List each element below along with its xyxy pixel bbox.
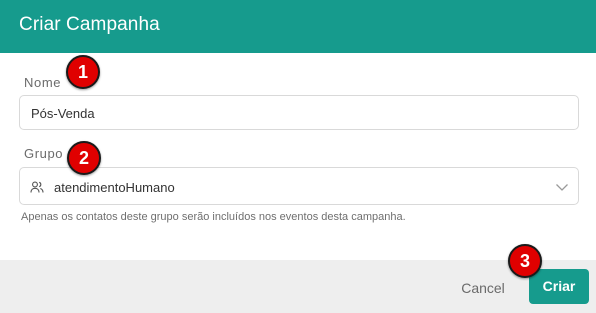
group-select-value: atendimentoHumano: [54, 180, 175, 195]
chevron-down-icon[interactable]: [555, 180, 569, 194]
step-marker-1: 1: [66, 55, 100, 89]
create-button[interactable]: Criar: [529, 269, 589, 304]
dialog-footer: Cancel Criar: [0, 260, 596, 313]
step-marker-2: 2: [67, 141, 101, 175]
dialog-title: Criar Campanha: [19, 14, 160, 35]
group-helper-text: Apenas os contatos deste grupo serão inc…: [21, 211, 406, 223]
cancel-button[interactable]: Cancel: [450, 277, 516, 299]
step-marker-3: 3: [508, 244, 542, 278]
name-input-value: Pós-Venda: [31, 106, 95, 121]
group-field-label: Grupo: [24, 146, 64, 161]
dialog-header: Criar Campanha: [0, 0, 596, 53]
group-select[interactable]: atendimentoHumano: [19, 167, 579, 205]
users-icon: [30, 181, 44, 193]
create-campaign-dialog: Criar Campanha Nome Pós-Venda Grupo aten…: [0, 0, 596, 313]
name-field-label: Nome: [24, 75, 62, 90]
name-input[interactable]: Pós-Venda: [19, 95, 579, 130]
